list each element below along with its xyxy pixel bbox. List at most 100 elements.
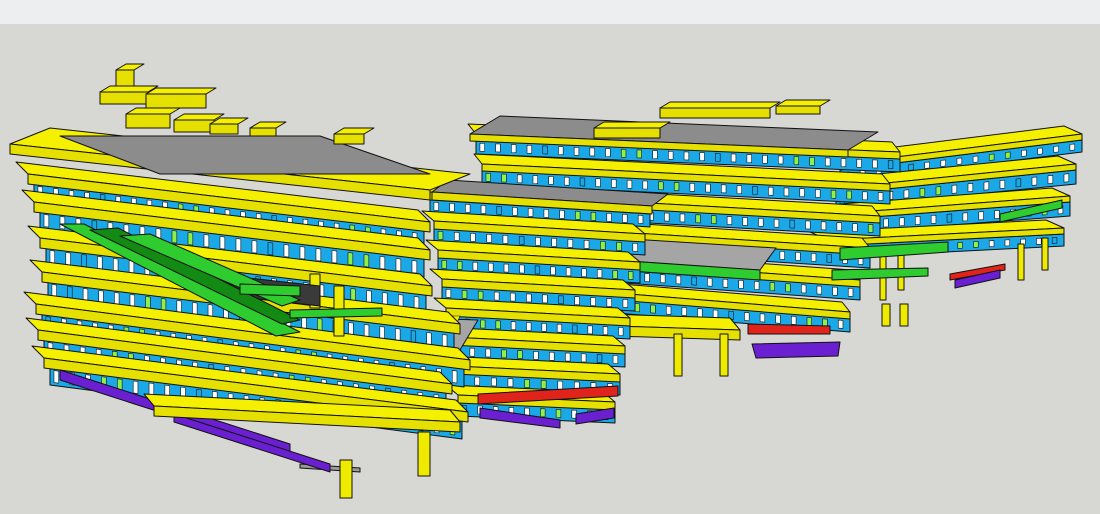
left-floor-window [379,326,385,340]
center-floor-window [628,271,634,280]
left-floor-window [441,334,448,348]
far-wing-floor-window [988,240,995,248]
center-floor-window [600,240,606,250]
right-cluster-floor-window [752,185,758,195]
far-wing-floor-window [951,184,958,194]
right-cluster-floor-window [542,145,548,155]
far-wing-floor-window [962,212,968,222]
right-cluster-floor-window [620,148,627,158]
right-cluster-floor-window [744,312,750,322]
right-cluster-floor-window [579,177,586,187]
3d-model-viewer [0,0,1100,514]
right-cluster-floor-window [826,253,832,263]
center-floor-window [533,350,539,360]
center-floor-window [606,298,612,307]
far-wing-column [1017,243,1025,281]
far-wing-floor-window [1047,175,1054,185]
right-cluster-floor-window [689,182,695,192]
right-cluster-floor-window [673,182,680,191]
left-floor-window [203,234,210,248]
center-floor-window [575,210,581,220]
center-floor-window [469,347,475,357]
left-floor-window [395,258,402,272]
right-cluster-floor-window [695,214,701,224]
far-wing-floor-window [994,210,1000,219]
right-cluster-floor-window [721,184,727,194]
right-cluster-floor-window [793,156,800,165]
right-cluster-floor-window [746,154,752,163]
3d-viewport[interactable] [0,24,1100,514]
center-floor-window [534,265,541,275]
center-floor-window [535,236,541,246]
center-floor-window [518,235,525,245]
right-cluster-floor-window [697,308,703,318]
left-floor-window [112,258,119,272]
left-floor-window [160,298,167,312]
center-floor-window [491,377,497,387]
left-floor-window [331,250,338,264]
far-wing-floor-window [919,187,926,197]
far-wing-floor-window [1069,143,1076,151]
far-wing-floor-window [1021,149,1027,157]
left-floor-window [81,254,87,268]
far-wing-floor-window [1005,151,1011,159]
left-floor-window [315,248,322,262]
right-cluster-floor-window [650,304,656,314]
left-column [339,459,353,499]
right-cluster-floor-window [589,147,595,157]
right-cluster-floor-window [595,178,601,188]
center-floor-window [606,212,612,222]
center-floor-window [556,323,563,333]
right-cluster-floor-window [722,278,729,288]
far-wing-floor-window [1031,176,1038,186]
left-floor-window [451,370,458,384]
center-floor-window [433,201,439,211]
center-floor-window [574,296,580,306]
roof-box-small-front [115,69,135,87]
center-floor-window [453,231,460,241]
left-floor-window [267,242,274,256]
left-floor-window [395,328,401,342]
right-cluster-floor-window [726,216,733,225]
center-floor-window [486,233,492,243]
center-floor-window [559,209,565,219]
right-cluster-floor-window [511,144,517,153]
center-floor-window [470,232,476,242]
right-cluster-floor-window [815,189,821,198]
far-wing-floor-window [946,213,953,223]
right-cluster-floor-window [691,276,697,286]
center-floor-window [449,202,455,212]
center-floor-window [477,290,484,300]
left-floor-window [129,294,135,308]
roof-box-top [173,113,225,121]
left-floor-window [379,256,386,270]
roof-box-front [249,127,277,137]
far-wing-floor-window [1004,239,1011,247]
center-floor-window [510,292,516,302]
right-cluster-floor-window [636,149,642,159]
right-cluster-floor-window [789,219,795,229]
left-floor-window [192,302,198,316]
right-cluster-floor-window [801,284,807,294]
left-floor-window [59,216,66,230]
far-wing-floor-window [988,153,995,161]
left-floor-window [145,296,151,310]
right-cluster-floor-window [825,157,831,167]
top-toolbar-strip [0,0,1100,24]
right-cluster-floor-window [738,279,744,289]
center-floor-window [493,291,500,301]
left-floor-window [251,240,258,254]
center-floor-window [540,379,547,389]
center-floor-window [496,205,502,215]
right-cluster-floor-window [768,186,774,196]
right-cluster-floor-window [852,223,858,233]
far-wing-floor-window [978,211,984,221]
left-floor-window [410,330,417,344]
left-floor-window [53,370,60,384]
left-floor-window [301,316,307,330]
right-cluster-floor-window [877,192,884,201]
right-cluster-green-strip [831,267,929,281]
left-floor-window [382,292,388,306]
center-floor-window [437,230,444,240]
roof-box-small-top [115,63,145,71]
